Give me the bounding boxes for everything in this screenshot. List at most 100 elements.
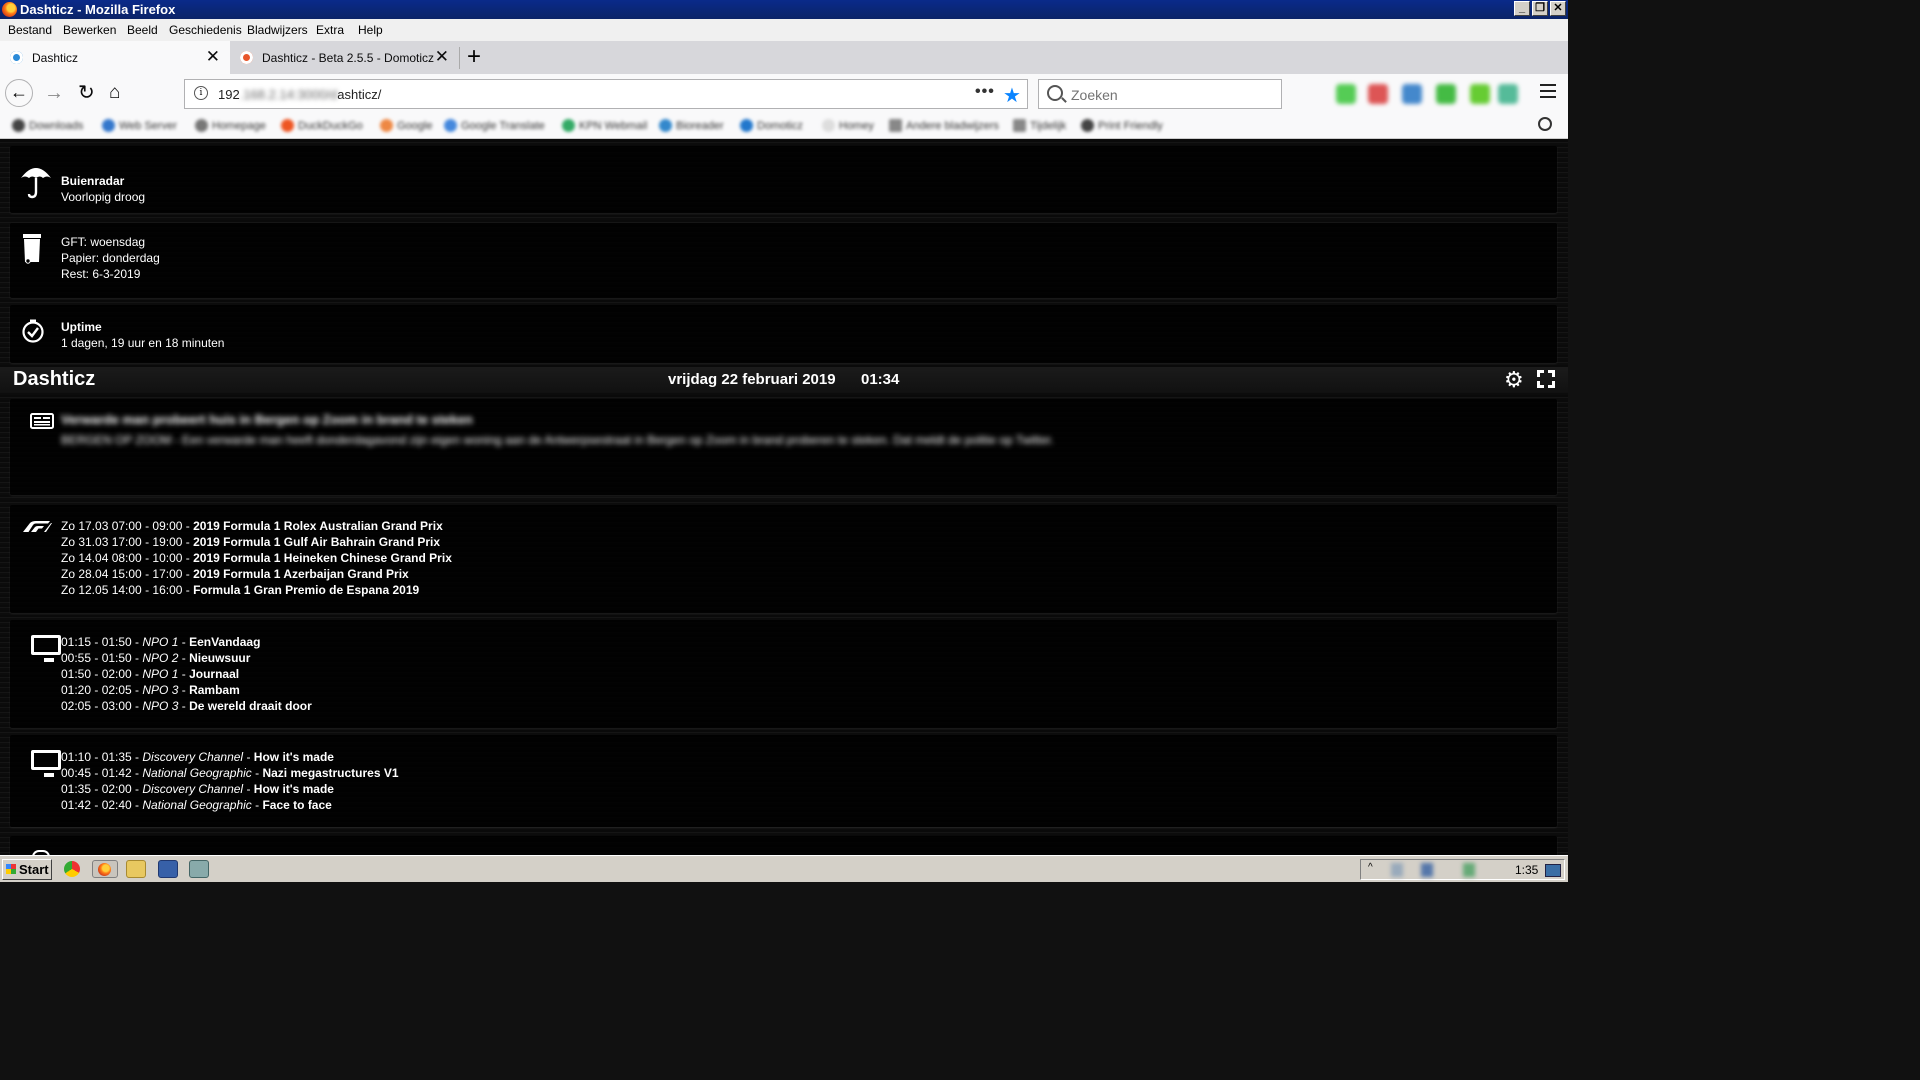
- bookmark-item[interactable]: KPN Webmail: [562, 119, 647, 132]
- history-icon[interactable]: [1538, 117, 1552, 131]
- address-bar[interactable]: i 192.168.2.14:3000/dashticz/ ••• ★: [184, 79, 1028, 109]
- page-actions-icon[interactable]: •••: [975, 83, 995, 101]
- bookmarks-bar: Downloads Web Server Homepage DuckDuckGo…: [0, 114, 1568, 139]
- buienradar-status: Voorlopig droog: [61, 190, 146, 204]
- bookmark-item[interactable]: Downloads: [12, 119, 83, 132]
- taskbar-clock: 1:35: [1515, 863, 1539, 877]
- menu-beeld[interactable]: Beeld: [127, 23, 158, 37]
- tab-domoticz[interactable]: Dashticz - Beta 2.5.5 - Domoticz ✕: [230, 41, 459, 74]
- garbage-gft: GFT: woensdag: [61, 235, 146, 249]
- next-block-partial[interactable]: [10, 836, 1557, 855]
- reload-button[interactable]: ↻: [78, 82, 95, 104]
- menu-bestand[interactable]: Bestand: [8, 23, 52, 37]
- menu-bewerken[interactable]: Bewerken: [63, 23, 116, 37]
- new-tab-button[interactable]: +: [467, 43, 481, 71]
- tab-dashticz[interactable]: Dashticz ✕: [0, 41, 230, 74]
- tv-monitor-icon: [31, 750, 61, 777]
- menu-help[interactable]: Help: [358, 23, 383, 37]
- bookmark-item[interactable]: DuckDuckGo: [281, 119, 363, 132]
- newspaper-icon: [30, 413, 54, 429]
- tv-guide-block-docu[interactable]: 01:10 - 01:35 - Discovery Channel - How …: [10, 735, 1557, 827]
- explorer-icon[interactable]: [126, 860, 146, 878]
- tv-guide-block-npo[interactable]: 01:15 - 01:50 - NPO 1 - EenVandaag 00:55…: [10, 620, 1557, 728]
- news-headline: Verwarde man probeert huis in Bergen op …: [61, 412, 473, 427]
- tv-program: 01:35 - 02:00 - Discovery Channel - How …: [61, 782, 334, 796]
- tab-label: Dashticz: [32, 51, 79, 65]
- network-icon[interactable]: [189, 860, 209, 878]
- formula1-icon: [23, 521, 52, 532]
- bookmark-item[interactable]: Web Server: [102, 119, 177, 132]
- taskbar: Start ^ 1:35: [0, 855, 1568, 882]
- date-display: vrijdag 22 februari 2019: [668, 371, 836, 388]
- tab-separator: [459, 47, 460, 69]
- stopwatch-icon: [22, 319, 44, 343]
- search-input[interactable]: Zoeken: [1038, 79, 1282, 109]
- window-title: Dashticz - Mozilla Firefox: [20, 2, 176, 17]
- bookmark-item[interactable]: Homepage: [195, 119, 266, 132]
- tab-strip: Dashticz ✕ Dashticz - Beta 2.5.5 - Domot…: [0, 41, 1568, 74]
- search-placeholder: Zoeken: [1071, 87, 1118, 103]
- back-button[interactable]: ←: [5, 79, 33, 107]
- garbage-papier: Papier: donderdag: [61, 251, 160, 265]
- tv-program: 01:20 - 02:05 - NPO 3 - Rambam: [61, 683, 240, 697]
- firefox-taskbar-button[interactable]: [92, 860, 118, 878]
- tv-program: 00:55 - 01:50 - NPO 2 - Nieuwsuur: [61, 651, 251, 665]
- search-icon: [1047, 85, 1063, 101]
- umbrella-icon: [21, 168, 51, 199]
- bookmark-item[interactable]: Print Friendly: [1081, 119, 1163, 132]
- tray-expand-icon[interactable]: ^: [1368, 862, 1373, 873]
- minimize-button[interactable]: _: [1514, 1, 1530, 16]
- firefox-icon: [2, 2, 17, 17]
- f1-race: Zo 28.04 15:00 - 17:00 - 2019 Formula 1 …: [61, 567, 409, 581]
- extension-icons[interactable]: [1332, 82, 1522, 108]
- window-titlebar: Dashticz - Mozilla Firefox _ ❐ ✕: [0, 0, 1568, 19]
- close-tab-icon[interactable]: ✕: [435, 48, 449, 65]
- garbage-block[interactable]: GFT: woensdag Papier: donderdag Rest: 6-…: [10, 223, 1557, 298]
- dashticz-favicon-icon: [10, 51, 23, 64]
- bookmark-item[interactable]: Bioreader: [659, 119, 724, 132]
- bookmark-item[interactable]: Google: [380, 119, 432, 132]
- home-button[interactable]: ⌂: [109, 82, 120, 104]
- bookmark-item[interactable]: Google Translate: [444, 119, 545, 132]
- menu-bladwijzers[interactable]: Bladwijzers: [247, 23, 308, 37]
- menu-bar: Bestand Bewerken Beeld Geschiedenis Blad…: [0, 19, 1568, 41]
- chrome-icon[interactable]: [64, 861, 80, 877]
- tray-icons[interactable]: [1391, 863, 1511, 877]
- tv-program: 00:45 - 01:42 - National Geographic - Na…: [61, 766, 399, 780]
- menu-geschiedenis[interactable]: Geschiedenis: [169, 23, 242, 37]
- gear-icon[interactable]: ⚙: [1504, 369, 1524, 391]
- f1-race: Zo 17.03 07:00 - 09:00 - 2019 Formula 1 …: [61, 519, 443, 533]
- f1-race: Zo 14.04 08:00 - 10:00 - 2019 Formula 1 …: [61, 551, 452, 565]
- bookmark-item[interactable]: Domoticz: [740, 119, 803, 132]
- buienradar-title: Buienradar: [61, 174, 125, 188]
- close-tab-icon[interactable]: ✕: [206, 48, 220, 65]
- f1-race: Zo 31.03 17:00 - 19:00 - 2019 Formula 1 …: [61, 535, 441, 549]
- system-tray: ^ 1:35: [1360, 859, 1565, 880]
- news-block[interactable]: Verwarde man probeert huis in Bergen op …: [10, 399, 1557, 495]
- domoticz-favicon-icon: [240, 51, 253, 64]
- info-icon[interactable]: i: [194, 86, 208, 100]
- fullscreen-icon[interactable]: [1537, 370, 1555, 388]
- save-icon[interactable]: [158, 860, 178, 878]
- url-text: 192.168.2.14:3000/dashticz/: [218, 87, 382, 102]
- bookmark-folder[interactable]: Andere bladwijzers: [889, 119, 999, 132]
- menu-extra[interactable]: Extra: [316, 23, 344, 37]
- start-button[interactable]: Start: [2, 859, 52, 880]
- tv-program: 01:50 - 02:00 - NPO 1 - Journaal: [61, 667, 240, 681]
- menu-icon[interactable]: [1540, 84, 1556, 98]
- buienradar-block[interactable]: Buienradar Voorlopig droog: [10, 146, 1557, 213]
- dashboard-header: Dashticz vrijdag 22 februari 2019 01:34 …: [0, 367, 1568, 393]
- forward-button[interactable]: →: [44, 82, 64, 104]
- show-desktop-icon[interactable]: [1545, 864, 1561, 877]
- uptime-block[interactable]: Uptime 1 dagen, 19 uur en 18 minuten: [10, 305, 1557, 363]
- bookmark-item[interactable]: Homey: [822, 119, 874, 132]
- tv-program: 01:15 - 01:50 - NPO 1 - EenVandaag: [61, 635, 261, 649]
- dashticz-dashboard: Buienradar Voorlopig droog GFT: woensdag…: [0, 139, 1568, 855]
- f1-calendar-block[interactable]: Zo 17.03 07:00 - 09:00 - 2019 Formula 1 …: [10, 505, 1557, 613]
- garbage-rest: Rest: 6-3-2019: [61, 267, 141, 281]
- restore-button[interactable]: ❐: [1532, 1, 1548, 16]
- close-window-button[interactable]: ✕: [1550, 1, 1566, 16]
- f1-race: Zo 12.05 14:00 - 16:00 - Formula 1 Gran …: [61, 583, 420, 597]
- bookmark-star-icon[interactable]: ★: [1003, 83, 1021, 108]
- bookmark-folder[interactable]: Tijdelijk: [1013, 119, 1066, 132]
